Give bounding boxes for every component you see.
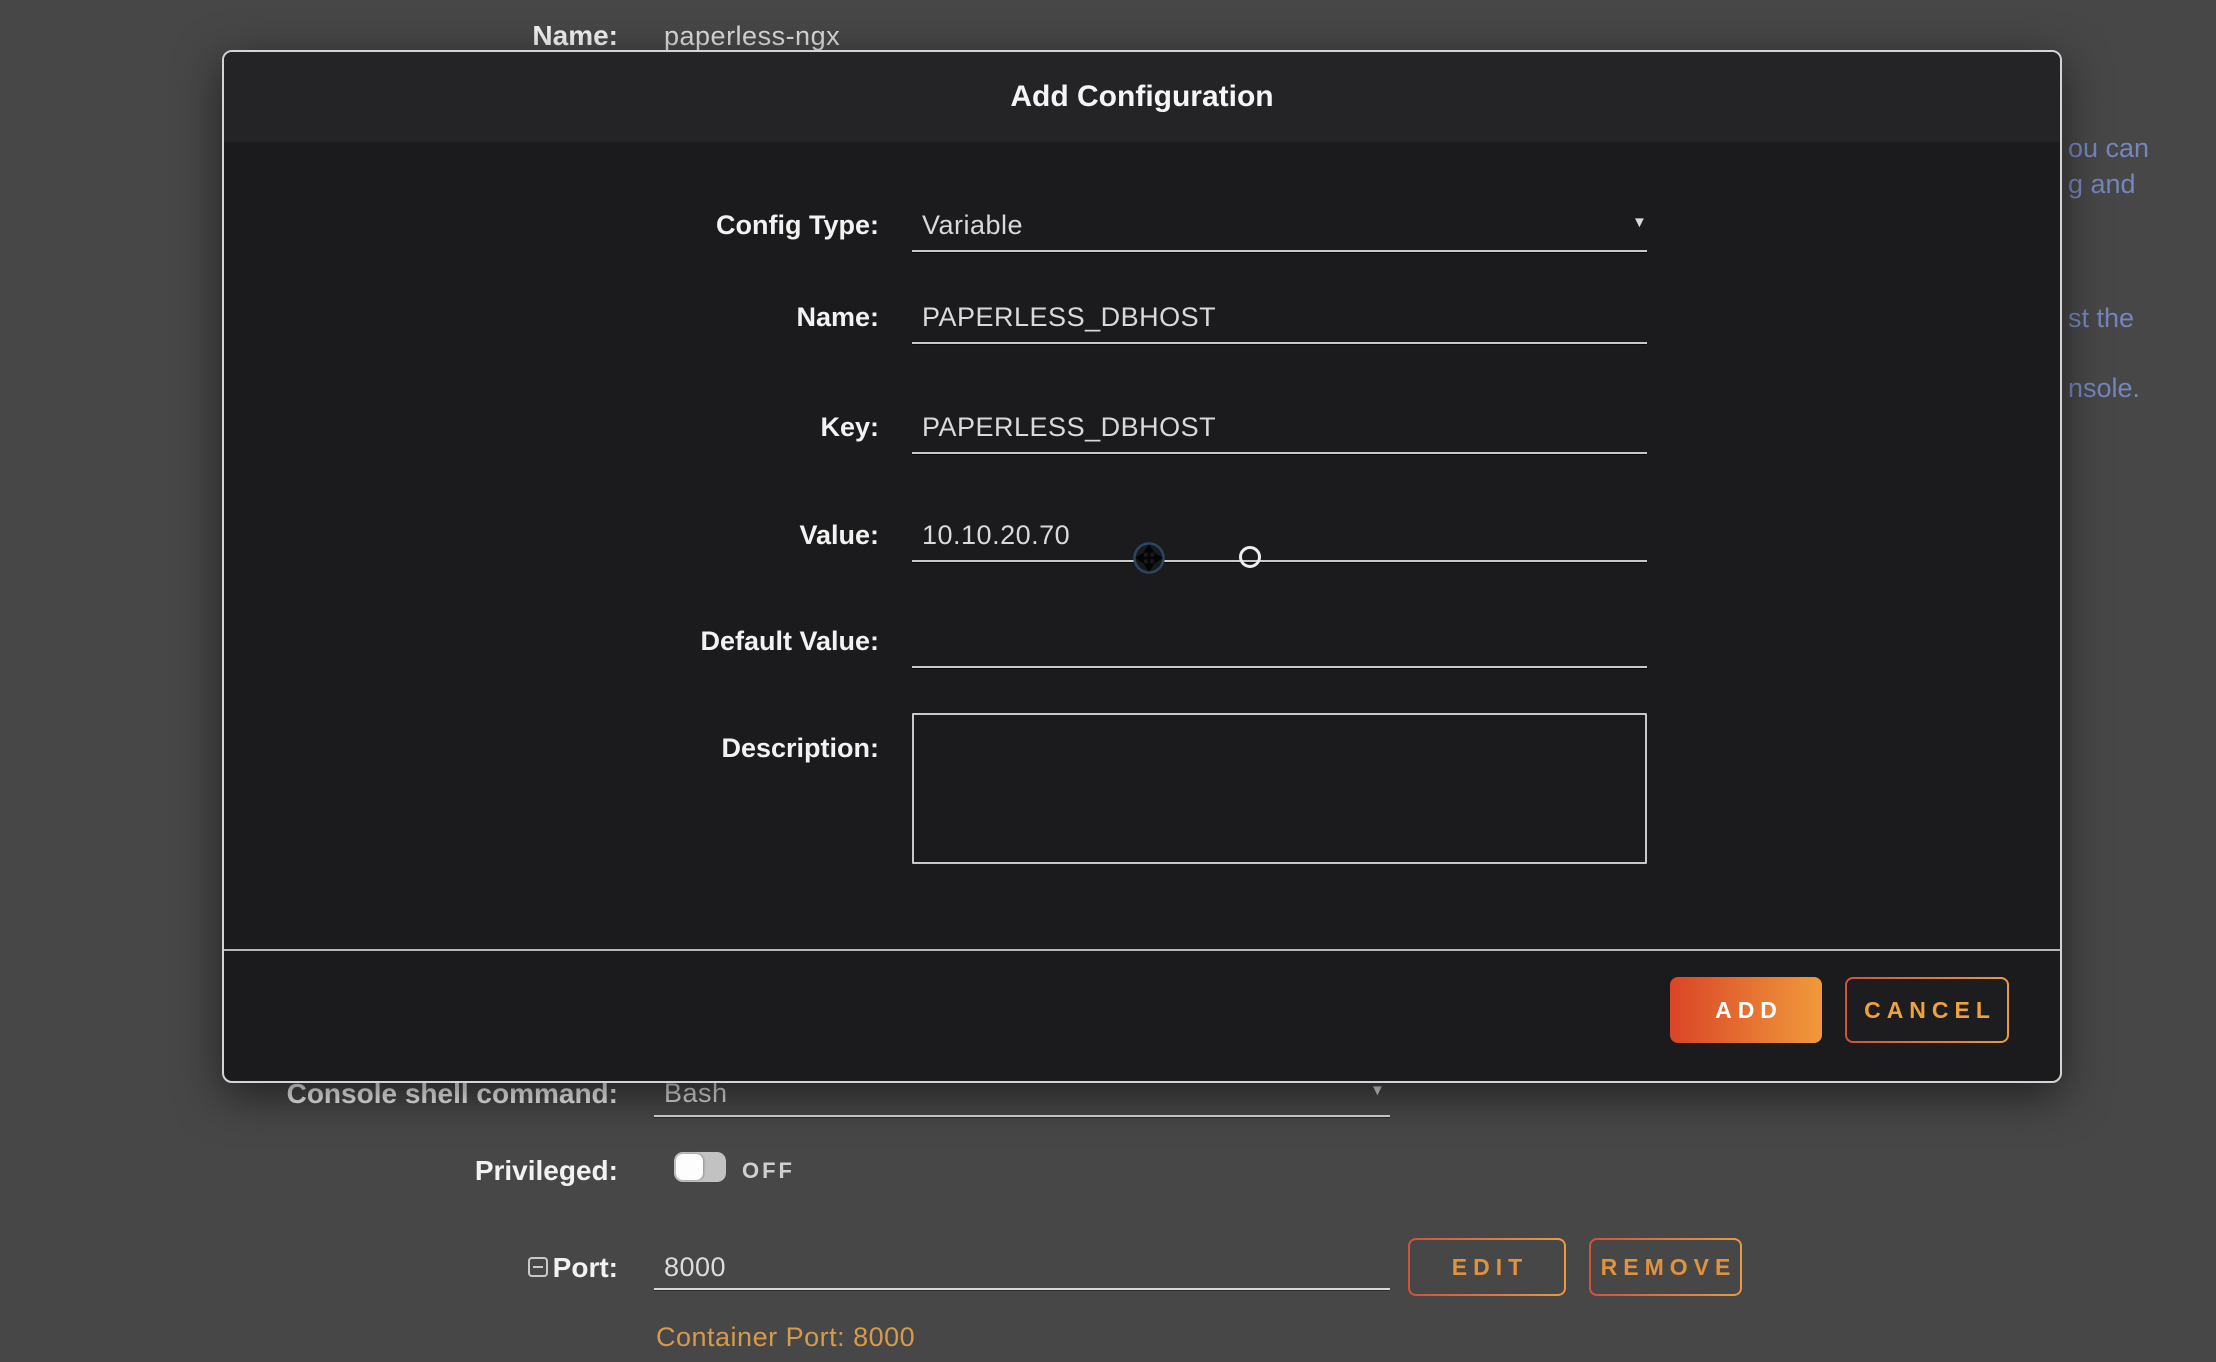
help-text-fragment: nsole. [2068,373,2140,404]
footer-divider [224,949,2060,951]
chevron-down-icon: ▼ [1370,1082,1385,1099]
bg-name-label: Name: [532,20,618,52]
value-value: 10.10.20.70 [922,520,1070,551]
bg-name-value: paperless-ngx [664,21,840,52]
cancel-button-label: CANCEL [1847,979,2007,1041]
value-label: Value: [799,520,879,551]
name-value: PAPERLESS_DBHOST [922,302,1216,333]
help-text-fragment: g and [2068,169,2136,200]
default-value-label: Default Value: [700,626,879,657]
cancel-button[interactable]: CANCEL [1845,977,2009,1043]
input-underline [912,342,1647,344]
remove-button-label: REMOVE [1591,1240,1740,1294]
collapse-minus-icon[interactable] [528,1257,548,1277]
modal-title: Add Configuration [1010,80,1273,114]
modal-header: Add Configuration [224,52,2060,142]
port-input[interactable]: 8000 [654,1248,1390,1292]
port-value: 8000 [664,1252,726,1283]
move-cursor-icon [1132,541,1166,580]
edit-button[interactable]: EDIT [1408,1238,1566,1296]
help-text-fragment: st the [2068,303,2134,334]
add-button[interactable]: ADD [1670,977,1822,1043]
edit-button-label: EDIT [1410,1240,1564,1294]
port-label: Port: [553,1252,618,1284]
input-underline [654,1288,1390,1290]
chevron-down-icon: ▼ [1632,214,1647,231]
input-underline [912,250,1647,252]
config-type-value: Variable [922,210,1023,241]
container-port-text: Container Port: 8000 [656,1322,915,1353]
input-underline [912,560,1647,562]
toggle-knob [676,1154,703,1180]
input-underline [912,666,1647,668]
remove-button[interactable]: REMOVE [1589,1238,1742,1296]
input-underline [654,1115,1390,1117]
privileged-label: Privileged: [475,1155,618,1187]
selection-circle-icon [1239,546,1261,568]
key-value: PAPERLESS_DBHOST [922,412,1216,443]
key-label: Key: [820,412,879,443]
default-value-input[interactable] [912,618,1647,668]
help-text-fragment: ou can [2068,133,2149,164]
config-type-label: Config Type: [716,210,879,241]
name-label: Name: [796,302,879,333]
description-label: Description: [721,733,879,764]
description-textarea[interactable] [912,713,1647,864]
privileged-state: OFF [742,1158,795,1184]
privileged-toggle[interactable] [674,1152,726,1182]
input-underline [912,452,1647,454]
